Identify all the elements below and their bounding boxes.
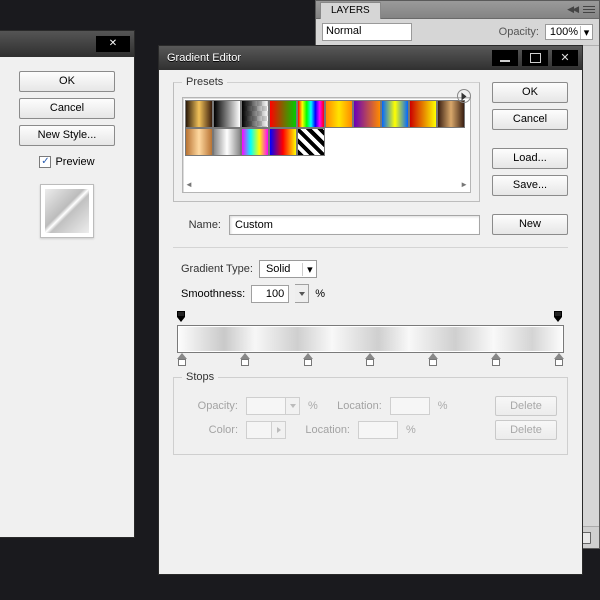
- new-style-button[interactable]: New Style...: [19, 125, 115, 146]
- maximize-icon[interactable]: [522, 50, 548, 66]
- stop-opacity-label: Opacity:: [184, 400, 238, 412]
- color-stop[interactable]: [554, 353, 564, 367]
- preset-swatch[interactable]: [297, 100, 325, 128]
- name-label: Name:: [173, 219, 221, 231]
- preset-swatch[interactable]: [269, 100, 297, 128]
- color-stops-track[interactable]: [177, 353, 564, 367]
- stop-color-label: Color:: [184, 424, 238, 436]
- cancel-button[interactable]: Cancel: [492, 109, 568, 130]
- percent-label: %: [308, 400, 318, 412]
- color-stop[interactable]: [303, 353, 313, 367]
- preset-swatch[interactable]: [241, 100, 269, 128]
- save-button[interactable]: Save...: [492, 175, 568, 196]
- stops-label: Stops: [182, 371, 218, 383]
- ok-button[interactable]: OK: [492, 82, 568, 103]
- cancel-button[interactable]: Cancel: [19, 98, 115, 119]
- presets-menu-icon[interactable]: [457, 89, 471, 103]
- gradient-type-select[interactable]: Solid ▾: [259, 260, 317, 278]
- stop-location-input: [390, 397, 430, 415]
- preview-checkbox[interactable]: ✓: [39, 156, 51, 168]
- stop-opacity-input: [246, 397, 286, 415]
- stop-location-label: Location:: [294, 424, 350, 436]
- color-stop[interactable]: [365, 353, 375, 367]
- close-icon[interactable]: ✕: [552, 50, 578, 66]
- presets-scrollbar[interactable]: ◄►: [185, 178, 468, 190]
- stops-group: Stops Opacity: % Location: % Delete Colo…: [173, 377, 568, 455]
- blend-mode-select[interactable]: Normal: [322, 23, 412, 41]
- color-stop[interactable]: [428, 353, 438, 367]
- ok-button[interactable]: OK: [19, 71, 115, 92]
- opacity-stops-track[interactable]: [177, 311, 564, 325]
- opacity-label: Opacity:: [499, 26, 539, 38]
- preset-swatch[interactable]: [353, 100, 381, 128]
- preset-swatch[interactable]: [185, 128, 213, 156]
- gradient-type-label: Gradient Type:: [181, 263, 253, 275]
- opacity-stepper-icon[interactable]: ▾: [580, 26, 592, 39]
- gradient-editor-titlebar[interactable]: Gradient Editor ✕: [159, 46, 582, 70]
- presets-list: ◄►: [182, 97, 471, 193]
- color-stop[interactable]: [240, 353, 250, 367]
- stop-location-label: Location:: [326, 400, 382, 412]
- delete-opacity-stop-button: Delete: [495, 396, 557, 416]
- preset-swatch[interactable]: [409, 100, 437, 128]
- percent-label: %: [406, 424, 416, 436]
- load-button[interactable]: Load...: [492, 148, 568, 169]
- percent-label: %: [438, 400, 448, 412]
- minimize-icon[interactable]: [492, 50, 518, 66]
- preset-swatch[interactable]: [325, 100, 353, 128]
- opacity-stop[interactable]: [177, 311, 187, 321]
- gradient-editor-title: Gradient Editor: [163, 52, 488, 64]
- preview-label: Preview: [55, 156, 94, 168]
- stop-color-swatch: [246, 421, 286, 439]
- style-preview-swatch: [40, 184, 94, 238]
- preset-swatch[interactable]: [381, 100, 409, 128]
- presets-group: Presets: [173, 82, 480, 202]
- layer-style-titlebar[interactable]: ✕: [0, 31, 134, 57]
- preset-swatch[interactable]: [213, 128, 241, 156]
- opacity-stop[interactable]: [554, 311, 564, 321]
- preset-swatch[interactable]: [269, 128, 297, 156]
- collapse-panel-icon[interactable]: ◀◀: [567, 4, 577, 15]
- gradient-type-value: Solid: [260, 261, 302, 277]
- smoothness-input[interactable]: [251, 285, 289, 303]
- chevron-down-icon[interactable]: ▾: [302, 263, 316, 276]
- new-gradient-button[interactable]: New: [492, 214, 568, 235]
- opacity-field[interactable]: ▾: [545, 24, 593, 40]
- layers-tabbar: LAYERS ◀◀: [316, 1, 599, 19]
- stop-location-input: [358, 421, 398, 439]
- preview-checkbox-row[interactable]: ✓ Preview: [39, 156, 94, 168]
- panel-menu-icon[interactable]: [583, 6, 595, 13]
- preset-swatch[interactable]: [213, 100, 241, 128]
- layer-style-dialog: ✕ OK Cancel New Style... ✓ Preview: [0, 30, 135, 538]
- delete-color-stop-button: Delete: [495, 420, 557, 440]
- presets-label: Presets: [182, 76, 227, 88]
- smoothness-label: Smoothness:: [181, 288, 245, 300]
- stepper-icon: [286, 397, 300, 415]
- layers-tab[interactable]: LAYERS: [320, 2, 381, 19]
- close-icon[interactable]: ✕: [96, 36, 130, 52]
- percent-label: %: [315, 288, 325, 300]
- color-stop[interactable]: [491, 353, 501, 367]
- color-stop[interactable]: [177, 353, 187, 367]
- gradient-edit-area: [177, 311, 564, 367]
- preset-swatch[interactable]: [185, 100, 213, 128]
- preset-swatch[interactable]: [241, 128, 269, 156]
- gradient-name-input[interactable]: [229, 215, 480, 235]
- divider: [173, 247, 568, 248]
- preset-swatch[interactable]: [437, 100, 465, 128]
- preset-swatch[interactable]: [297, 128, 325, 156]
- gradient-editor-dialog: Gradient Editor ✕ Presets: [158, 45, 583, 575]
- gradient-bar[interactable]: [177, 325, 564, 353]
- opacity-input[interactable]: [546, 25, 580, 39]
- smoothness-stepper-icon[interactable]: [295, 284, 309, 303]
- layers-controls: Normal Opacity: ▾: [316, 19, 599, 46]
